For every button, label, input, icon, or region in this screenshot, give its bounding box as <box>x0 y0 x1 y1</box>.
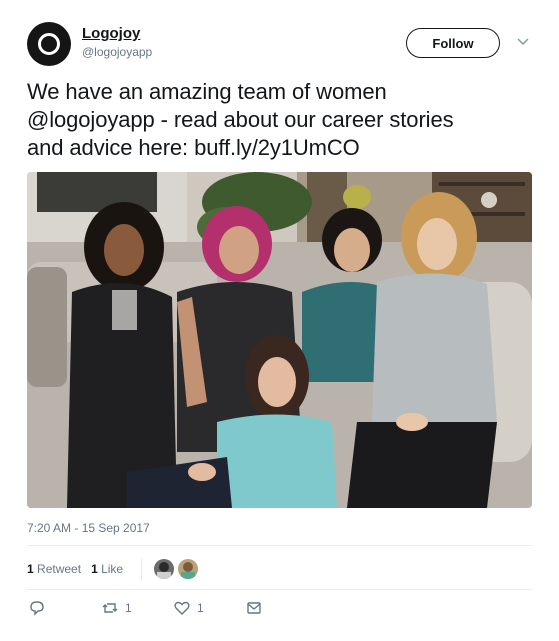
heart-icon <box>174 601 190 615</box>
retweet-stat-count: 1 <box>27 562 34 576</box>
retweet-count: 1 <box>125 601 132 615</box>
retweet-icon <box>102 603 118 613</box>
display-name[interactable]: Logojoy <box>82 25 152 43</box>
logo-ring-icon <box>38 33 60 55</box>
chevron-down-icon[interactable] <box>516 34 530 48</box>
like-stat[interactable]: 1 Like <box>91 562 123 576</box>
mention-link[interactable]: @logojoyapp <box>27 107 155 132</box>
retweet-stat[interactable]: 1 Retweet <box>27 562 81 576</box>
reply-action[interactable] <box>28 598 46 618</box>
tweet-header: Logojoy @logojoyapp Follow <box>27 22 532 66</box>
liker-avatars <box>141 558 202 580</box>
account-names: Logojoy @logojoyapp <box>82 25 152 61</box>
like-action[interactable]: 1 <box>173 598 204 618</box>
liker-avatar[interactable] <box>154 559 175 579</box>
direct-message-action[interactable] <box>245 598 263 618</box>
tweet-actions: 1 1 <box>27 598 532 622</box>
retweet-action[interactable]: 1 <box>101 598 132 618</box>
tweet-text: We have an amazing team of women @logojo… <box>27 78 537 162</box>
tweet-text-line-1: We have an amazing team of women <box>27 79 387 104</box>
team-photo-illustration <box>27 172 532 508</box>
account-avatar[interactable] <box>27 22 71 66</box>
tweet-text-segment: - read about our career stories <box>154 107 454 132</box>
tweet-photo[interactable] <box>27 172 532 508</box>
divider <box>27 589 532 590</box>
like-stat-count: 1 <box>91 562 98 576</box>
reply-icon <box>30 601 44 616</box>
envelope-icon <box>247 602 261 614</box>
like-count: 1 <box>197 601 204 615</box>
tweet-stats: 1 Retweet 1 Like <box>27 553 532 585</box>
tweet-text-segment: and advice here: <box>27 135 195 160</box>
account-handle[interactable]: @logojoyapp <box>82 43 152 61</box>
follow-button[interactable]: Follow <box>406 28 500 58</box>
tweet-timestamp[interactable]: 7:20 AM - 15 Sep 2017 <box>27 521 150 535</box>
divider <box>27 545 532 546</box>
like-stat-label: Like <box>101 562 124 576</box>
url-link[interactable]: buff.ly/2y1UmCO <box>194 135 360 160</box>
liker-avatar[interactable] <box>178 559 199 579</box>
retweet-stat-label: Retweet <box>37 562 82 576</box>
tweet-text-line-3: and advice here: buff.ly/2y1UmCO <box>27 134 537 162</box>
tweet-text-line-2: @logojoyapp - read about our career stor… <box>27 106 537 134</box>
